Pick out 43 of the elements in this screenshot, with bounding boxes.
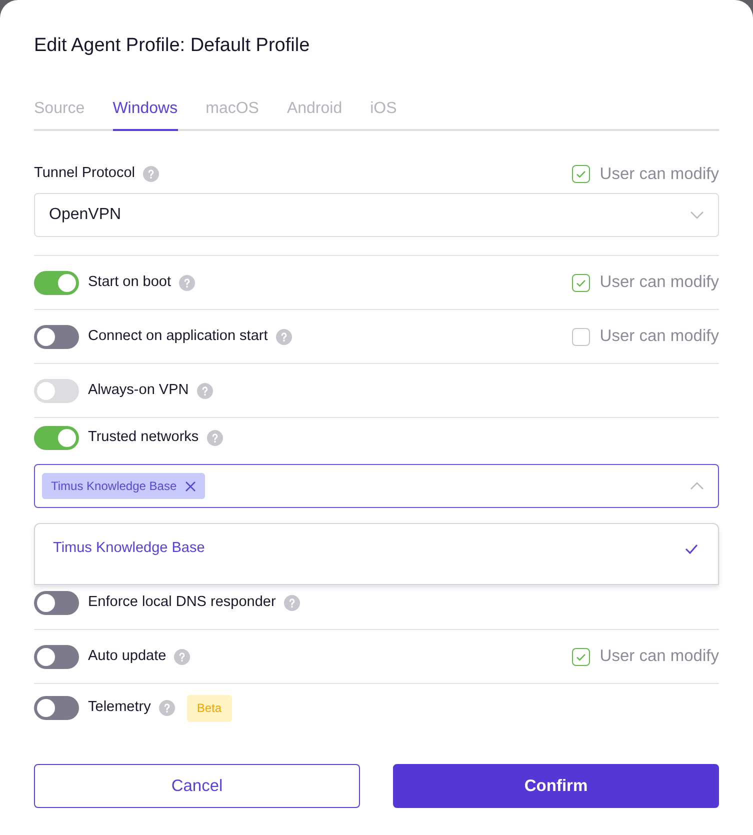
select-field[interactable]: OpenVPN [34,193,719,237]
checkbox-label: User can modify [600,272,719,294]
badge: Beta [186,694,232,722]
setting-label: Connect on application start [88,326,268,346]
toggle-switch[interactable] [34,696,79,720]
chevron-up-icon [690,482,704,490]
setting-label: Telemetry [88,698,151,718]
checkmark-icon [685,544,698,554]
help-icon[interactable] [284,594,300,610]
checkbox[interactable] [572,328,590,346]
setting-label: Start on boot [88,272,172,292]
toggle-switch[interactable] [34,270,79,294]
setting-label: Trusted networks [88,428,199,448]
checkbox[interactable] [572,274,590,292]
help-icon[interactable] [206,430,223,446]
checkbox-label: User can modify [600,326,719,348]
checkbox[interactable] [572,648,590,666]
multi-select-field[interactable]: Timus Knowledge Base [34,464,719,508]
toggle-switch[interactable] [34,426,79,450]
confirm-button[interactable]: Confirm [393,764,719,808]
checkbox-label: User can modify [600,646,719,668]
toggle-switch[interactable] [34,324,79,348]
setting-label: Auto update [88,646,166,666]
toggle-switch[interactable] [34,644,79,668]
setting-label: Always-on VPN [88,380,189,400]
help-icon[interactable] [143,166,160,182]
field-label: Tunnel Protocol [34,164,136,184]
cancel-button[interactable]: Cancel [34,764,360,808]
setting-label: Enforce local DNS responder [88,592,276,612]
toggle-switch[interactable] [34,590,79,614]
chevron-down-icon [690,211,704,219]
help-icon[interactable] [158,700,175,716]
help-icon[interactable] [179,274,196,290]
dropdown-option[interactable]: Timus Knowledge Base [53,538,698,560]
close-icon[interactable] [184,480,196,492]
help-icon[interactable] [174,648,190,664]
checkbox-label: User can modify [600,164,719,185]
tag-label: Timus Knowledge Base [51,478,177,495]
checkbox[interactable] [572,165,590,183]
dialog-title: Edit Agent Profile: Default Profile [34,34,311,58]
tab[interactable]: Windows [112,97,178,131]
help-icon[interactable] [276,328,292,344]
help-icon[interactable] [196,382,213,398]
